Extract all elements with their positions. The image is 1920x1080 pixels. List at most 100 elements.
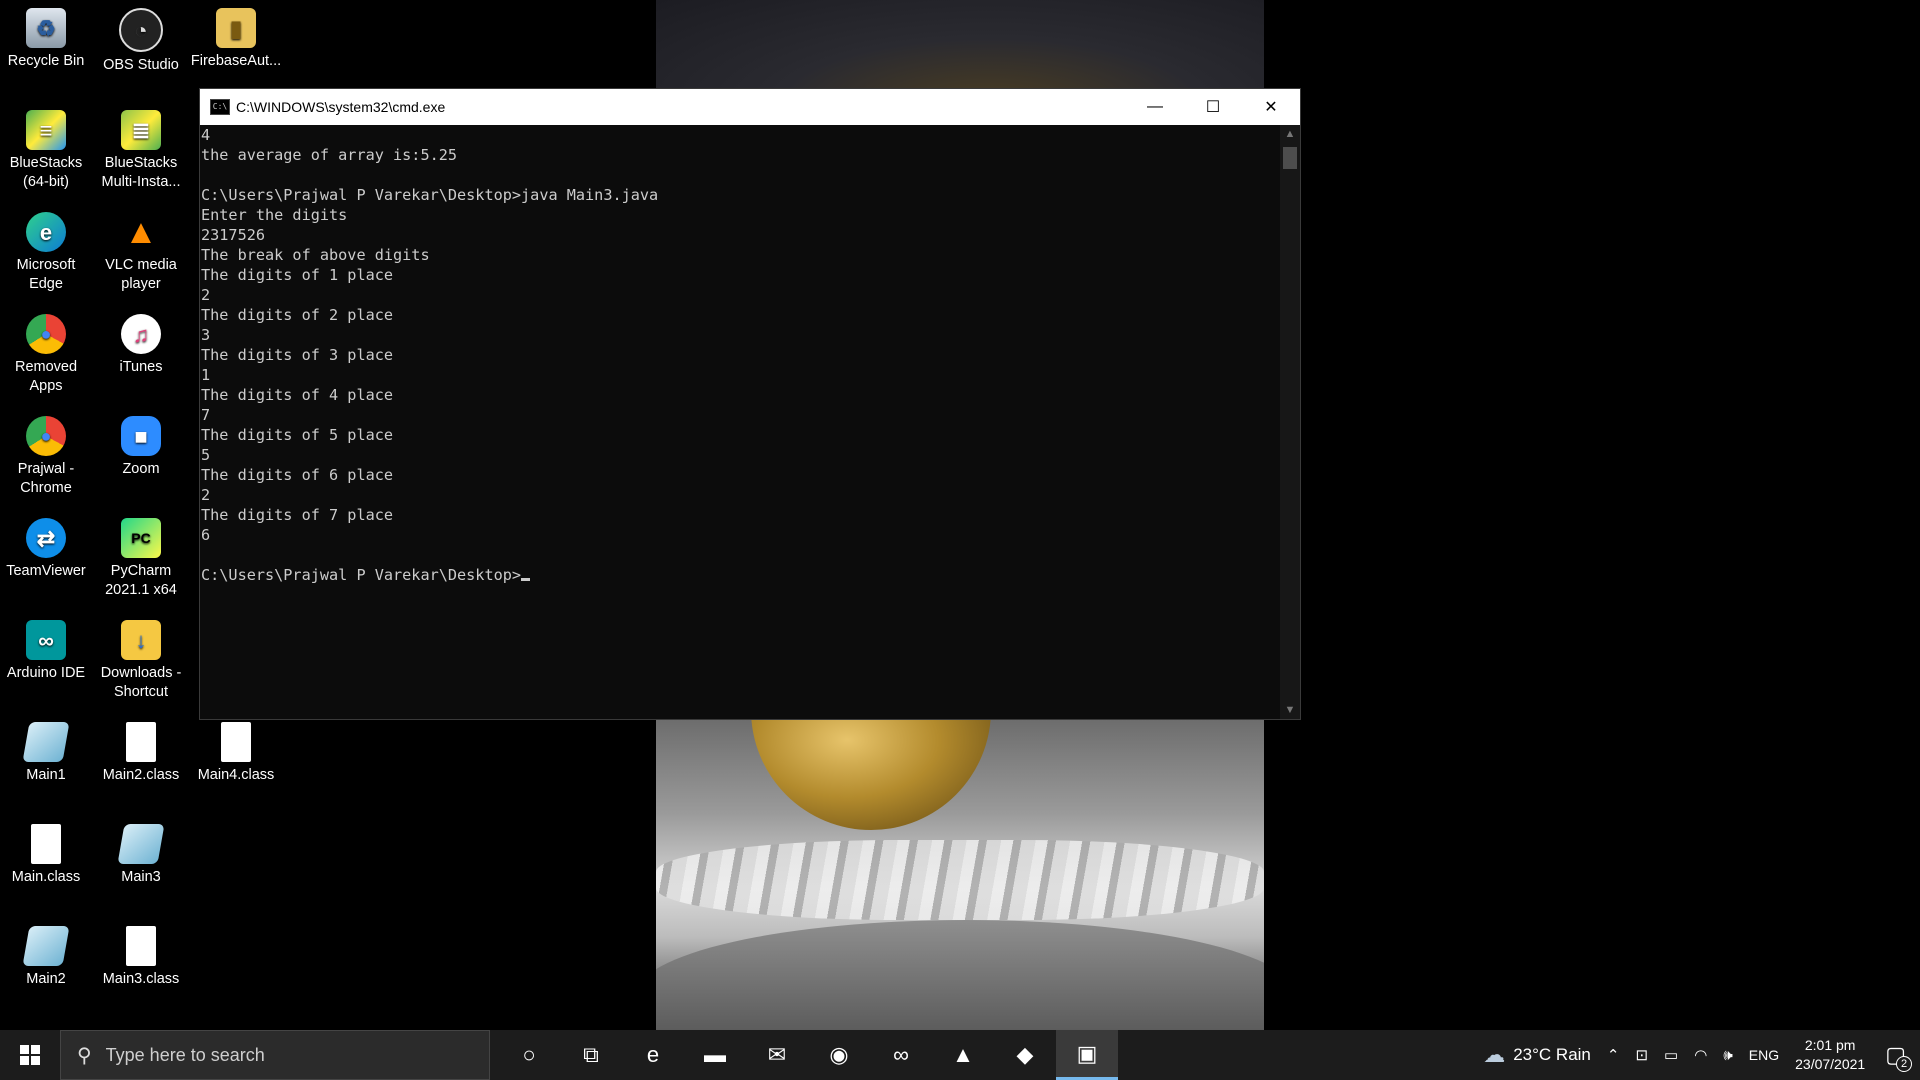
desktop-icon-label: Removed Apps: [14, 359, 78, 394]
cmd-window[interactable]: C:\ C:\WINDOWS\system32\cmd.exe — ☐ ✕ 4 t…: [199, 88, 1301, 720]
console-line: 2317526: [201, 226, 266, 244]
console-output[interactable]: 4 the average of array is:5.25 C:\Users\Pr…: [200, 125, 1280, 719]
text-cursor: [521, 578, 531, 581]
desktop-icon-edge[interactable]: e Microsoft Edge: [0, 208, 92, 294]
console-line: 7: [201, 406, 211, 424]
desktop-icon-label: TeamViewer: [6, 563, 86, 579]
start-button[interactable]: [0, 1030, 60, 1080]
wallpaper-rim: [656, 920, 1264, 1030]
show-hidden-icons-chevron-icon[interactable]: ⌃: [1607, 1046, 1620, 1064]
wallpaper-bottom: [656, 720, 1264, 1030]
java-file-icon: [22, 722, 70, 762]
search-icon: ⚲: [77, 1044, 92, 1067]
console-line: 3: [201, 326, 211, 344]
taskbar: ⚲ Type here to search ○ ⧉ e ▬ ✉ ◉ ∞ ▲ ◆ ▣ ☁ 23°C …: [0, 1030, 1920, 1080]
language-indicator[interactable]: ENG: [1749, 1047, 1779, 1063]
battery-icon[interactable]: ▭: [1664, 1046, 1678, 1064]
cortana-icon[interactable]: ○: [498, 1030, 560, 1080]
console-line: The digits of 2 place: [201, 306, 394, 324]
desktop-icon-zoom[interactable]: ■ Zoom: [95, 412, 187, 479]
scroll-down-arrow-icon[interactable]: ▼: [1280, 701, 1300, 719]
bluestacks-icon: ≡: [26, 110, 66, 150]
wallpaper-top: [656, 0, 1264, 88]
notepad-icon[interactable]: ◆: [994, 1030, 1056, 1080]
arduino-taskbar-icon[interactable]: ∞: [870, 1030, 932, 1080]
photos-icon[interactable]: ▲: [932, 1030, 994, 1080]
vlc-icon: ▲: [124, 212, 158, 251]
desktop-icon-label: PyCharm 2021.1 x64: [105, 563, 177, 598]
meet-now-icon[interactable]: ⊡: [1635, 1046, 1648, 1064]
taskbar-search-box[interactable]: ⚲ Type here to search: [60, 1030, 490, 1080]
desktop-icon-bluestacks[interactable]: ≡ BlueStacks (64-bit): [0, 106, 92, 192]
volume-icon[interactable]: 🕪: [1723, 1047, 1732, 1064]
bluestacks-multi-icon: ≣: [121, 110, 161, 150]
wifi-icon[interactable]: ◠: [1694, 1046, 1707, 1064]
desktop-icon-main3[interactable]: Main3: [95, 820, 187, 887]
console-line: 6: [201, 526, 211, 544]
desktop-icon-label: Main1: [26, 767, 66, 783]
itunes-icon: ♫: [121, 314, 161, 354]
vertical-scrollbar[interactable]: ▲ ▼: [1280, 125, 1300, 719]
desktop-icon-pycharm[interactable]: PC PyCharm 2021.1 x64: [95, 514, 187, 600]
desktop-icon-main3-class[interactable]: Main3.class: [95, 922, 187, 989]
wallpaper-pot: [751, 720, 991, 830]
desktop-icon-vlc[interactable]: ▲ VLC media player: [95, 208, 187, 294]
console-line: 2: [201, 286, 211, 304]
title-bar[interactable]: C:\ C:\WINDOWS\system32\cmd.exe — ☐ ✕: [200, 89, 1300, 125]
obs-icon: ◔: [119, 8, 163, 52]
notification-center-icon[interactable]: ▢ 2: [1885, 1042, 1912, 1072]
desktop-icon-itunes[interactable]: ♫ iTunes: [95, 310, 187, 377]
close-button[interactable]: ✕: [1242, 89, 1300, 125]
edge-taskbar-icon[interactable]: e: [622, 1030, 684, 1080]
console-line: The digits of 7 place: [201, 506, 394, 524]
arduino-icon: ∞: [26, 620, 66, 660]
desktop-icon-removed-apps[interactable]: ● Removed Apps: [0, 310, 92, 396]
edge-icon: e: [26, 212, 66, 252]
desktop-icon-main4-class[interactable]: Main4.class: [190, 718, 282, 785]
desktop-icon-label: Prajwal - Chrome: [17, 461, 75, 496]
notification-count-badge: 2: [1896, 1056, 1912, 1072]
file-icon: [221, 722, 251, 762]
desktop-icon-main1[interactable]: Main1: [0, 718, 92, 785]
chrome-profile-icon: ●: [26, 416, 66, 456]
desktop-icon-label: VLC media player: [105, 257, 177, 292]
desktop-icon-prajwal-chrome[interactable]: ● Prajwal - Chrome: [0, 412, 92, 498]
desktop-icon-main2[interactable]: Main2: [0, 922, 92, 989]
desktop-icon-firebase[interactable]: ▮ FirebaseAut...: [190, 4, 282, 71]
desktop-icon-downloads[interactable]: ↓ Downloads - Shortcut: [95, 616, 187, 702]
pycharm-icon: PC: [121, 518, 161, 558]
desktop-icon-label: FirebaseAut...: [190, 53, 282, 69]
maximize-button[interactable]: ☐: [1184, 89, 1242, 125]
minimize-button[interactable]: —: [1126, 89, 1184, 125]
console-line: Enter the digits: [201, 206, 348, 224]
console-line: 1: [201, 366, 211, 384]
desktop-icon-label: Main3.class: [102, 971, 180, 987]
chrome-taskbar-icon[interactable]: ◉: [808, 1030, 870, 1080]
java-file-icon: [22, 926, 70, 966]
rain-cloud-icon: ☁: [1483, 1042, 1506, 1067]
desktop-icon-main2-class[interactable]: Main2.class: [95, 718, 187, 785]
system-tray: ☁ 23°C Rain ⌃ ⊡ ▭ ◠ 🕪 ENG 2:01 pm 23/07/…: [1475, 1030, 1920, 1080]
desktop-icon-obs[interactable]: ◔ OBS Studio: [95, 4, 187, 75]
desktop-icon-label: Recycle Bin: [7, 53, 85, 69]
cmd-taskbar-icon[interactable]: ▣: [1056, 1030, 1118, 1080]
desktop-icon-bluestacks-multi[interactable]: ≣ BlueStacks Multi-Insta...: [95, 106, 187, 192]
file-explorer-icon[interactable]: ▬: [684, 1030, 746, 1080]
desktop-icon-teamviewer[interactable]: ⇄ TeamViewer: [0, 514, 92, 581]
task-view-icon[interactable]: ⧉: [560, 1030, 622, 1080]
desktop-icon-label: Main3: [121, 869, 161, 885]
console-line: The digits of 1 place: [201, 266, 394, 284]
weather-widget[interactable]: ☁ 23°C Rain: [1483, 1042, 1591, 1068]
file-icon: [126, 722, 156, 762]
mail-icon[interactable]: ✉: [746, 1030, 808, 1080]
scroll-up-arrow-icon[interactable]: ▲: [1280, 125, 1300, 143]
window-title: C:\WINDOWS\system32\cmd.exe: [236, 99, 446, 115]
desktop-icon-arduino[interactable]: ∞ Arduino IDE: [0, 616, 92, 683]
desktop-icon-main-class[interactable]: Main.class: [0, 820, 92, 887]
scrollbar-thumb[interactable]: [1283, 147, 1297, 169]
clock[interactable]: 2:01 pm 23/07/2021: [1795, 1036, 1865, 1074]
console-line: C:\Users\Prajwal P Varekar\Desktop>java …: [201, 186, 659, 204]
desktop-icon-recycle-bin[interactable]: ♻ Recycle Bin: [0, 4, 92, 71]
desktop-icon-label: Main.class: [11, 869, 81, 885]
file-icon: [31, 824, 61, 864]
